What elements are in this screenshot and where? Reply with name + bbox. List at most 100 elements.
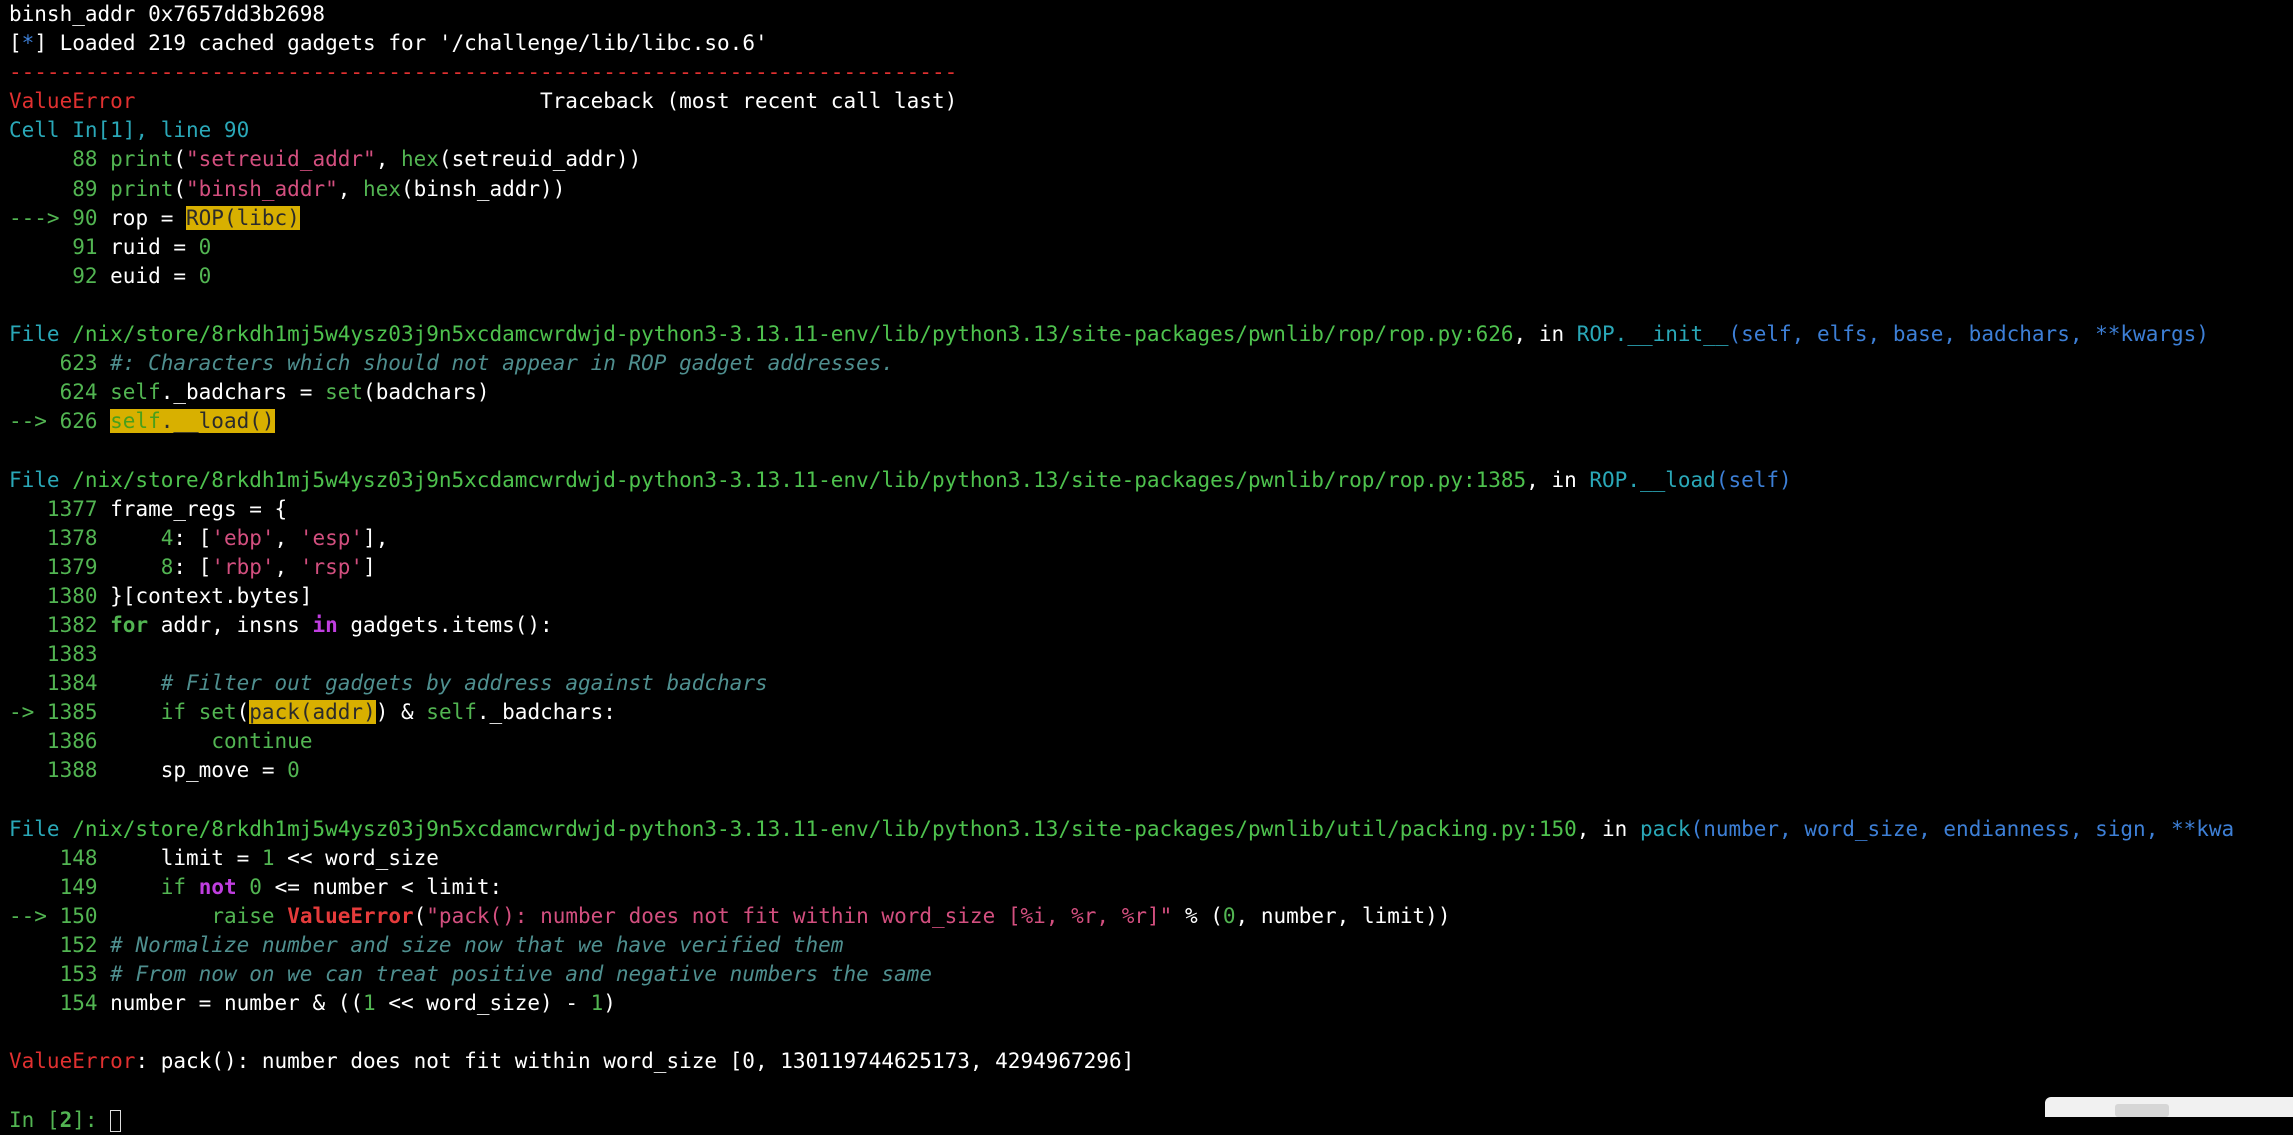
terminal-line: -> 1385 if set(pack(addr)) & self._badch… <box>9 698 2293 727</box>
terminal-text: 0 <box>1222 903 1236 928</box>
terminal-text: (binsh_addr)) <box>400 176 566 201</box>
terminal-text: 2 <box>59 1107 73 1132</box>
terminal-line: File /nix/store/8rkdh1mj5w4ysz03j9n5xcda… <box>9 320 2293 349</box>
terminal-text: set <box>198 700 237 725</box>
terminal-line: 88 print("setreuid_addr", hex(setreuid_a… <box>9 145 2293 174</box>
terminal-text: 1386 <box>9 729 111 754</box>
terminal-text: 0 <box>198 234 212 259</box>
terminal-line: --> 150 raise ValueError("pack(): number… <box>9 902 2293 931</box>
terminal-text: <= number < limit: <box>261 874 503 899</box>
terminal-text: ( <box>173 147 187 172</box>
cursor-icon[interactable] <box>110 1109 122 1132</box>
terminal-line: 152 # Normalize number and size now that… <box>9 931 2293 960</box>
terminal-text: 'rsp' <box>299 554 364 579</box>
terminal-text: 4 <box>160 525 174 550</box>
terminal-text: number = number & (( <box>110 991 364 1016</box>
terminal-text: 8 <box>160 554 174 579</box>
terminal-text: gadgets.items(): <box>337 612 553 637</box>
terminal-text: sp_move = <box>110 758 288 783</box>
terminal-text: , <box>274 525 300 550</box>
terminal-text: * <box>21 31 35 56</box>
terminal-text: ) & <box>375 700 427 725</box>
terminal-text: -> 1385 <box>9 700 111 725</box>
terminal-text: 1382 <box>9 612 111 637</box>
terminal-text: 154 <box>9 991 111 1016</box>
terminal-text: frame_regs = { <box>110 496 288 521</box>
terminal-text: pack <box>1639 816 1691 841</box>
terminal-text: (setreuid_addr)) <box>438 147 642 172</box>
terminal-line: 154 number = number & (( 1 << word_size) … <box>9 989 2293 1018</box>
terminal-text: /nix/store/8rkdh1mj5w4ysz03j9n5xcdamcwrd… <box>72 322 1514 347</box>
terminal-text: File <box>9 816 73 841</box>
terminal-text: : [ <box>173 525 212 550</box>
terminal-line: 92 euid = 0 <box>9 262 2293 291</box>
terminal-line: binsh_addr 0x7657dd3b2698 <box>9 0 2293 29</box>
terminal-text: raise <box>211 903 275 928</box>
terminal-text: limit = <box>110 845 262 870</box>
terminal-text: , in <box>1576 816 1640 841</box>
scrollbar-thumb[interactable] <box>2115 1104 2169 1117</box>
terminal-text: ]: <box>72 1107 111 1132</box>
terminal-text: print <box>110 147 174 172</box>
terminal-text: "pack(): number does not fit within word… <box>426 903 1021 928</box>
terminal-text: hex <box>400 147 439 172</box>
terminal-text: # Filter out gadgets by address against … <box>160 671 768 696</box>
terminal-text: Traceback (most recent call last) <box>135 89 958 114</box>
terminal-text: File <box>9 322 73 347</box>
terminal-text: ----------------------------------------… <box>9 60 958 85</box>
terminal-line: 1379 8: ['rbp', 'rsp'] <box>9 553 2293 582</box>
terminal-text: #: Characters which should not appear in… <box>110 351 895 376</box>
terminal-line: [*] Loaded 219 cached gadgets for '/chal… <box>9 29 2293 58</box>
terminal-text: ValueError <box>9 89 136 114</box>
terminal-text: hex <box>363 176 401 201</box>
terminal-text: 1377 <box>9 496 111 521</box>
terminal-text: set <box>325 380 364 405</box>
horizontal-scrollbar[interactable] <box>2045 1097 2293 1117</box>
terminal-text: , <box>1096 903 1122 928</box>
terminal-text: # From now on we can treat positive and … <box>110 962 932 987</box>
terminal-line: 1377 frame_regs = { <box>9 495 2293 524</box>
terminal-line: In [2]: <box>9 1106 2293 1135</box>
terminal-text: print <box>110 176 174 201</box>
terminal-text: 1388 <box>9 758 111 783</box>
terminal-line: 148 limit = 1 << word_size <box>9 844 2293 873</box>
terminal-text: (self) <box>1715 467 1792 492</box>
terminal-text: }[context.bytes] <box>110 583 313 608</box>
terminal-text: self <box>110 409 161 434</box>
terminal-text: In [ <box>9 1107 60 1132</box>
terminal-text: ROP.__init__ <box>1576 322 1729 347</box>
terminal-line: 1382 for addr, insns in gadgets.items(): <box>9 611 2293 640</box>
terminal-text: --> 626 <box>9 409 111 434</box>
terminal-line: 1384 # Filter out gadgets by address aga… <box>9 669 2293 698</box>
terminal-line: 149 if not 0 <= number < limit: <box>9 873 2293 902</box>
terminal-text: pack(addr) <box>249 700 376 725</box>
terminal-text: --> 150 <box>9 903 111 928</box>
terminal-text: not <box>198 874 237 899</box>
terminal-text: 1379 <box>9 554 111 579</box>
terminal-text: continue <box>211 729 313 754</box>
terminal-text: 0 <box>287 758 300 783</box>
terminal-text: # Normalize number and size now that we … <box>110 933 844 957</box>
terminal-text: ---> 90 <box>9 205 111 230</box>
terminal-text: << word_size) - <box>375 991 591 1016</box>
terminal-line: 624 self._badchars = set(badchars) <box>9 378 2293 407</box>
terminal-text: ._badchars: <box>476 700 616 725</box>
terminal-text: 149 <box>9 874 111 899</box>
terminal-line: 153 # From now on we can treat positive … <box>9 960 2293 989</box>
terminal-text: ROP.__load <box>1589 467 1716 492</box>
terminal-line: 89 print("binsh_addr", hex(binsh_addr)) <box>9 175 2293 204</box>
terminal-line: ValueError: pack(): number does not fit … <box>9 1047 2293 1076</box>
terminal-text: 1 <box>590 991 604 1016</box>
terminal-text: 1 <box>261 845 275 870</box>
terminal-output[interactable]: binsh_addr 0x7657dd3b2698 [*] Loaded 219 … <box>9 0 2293 1132</box>
